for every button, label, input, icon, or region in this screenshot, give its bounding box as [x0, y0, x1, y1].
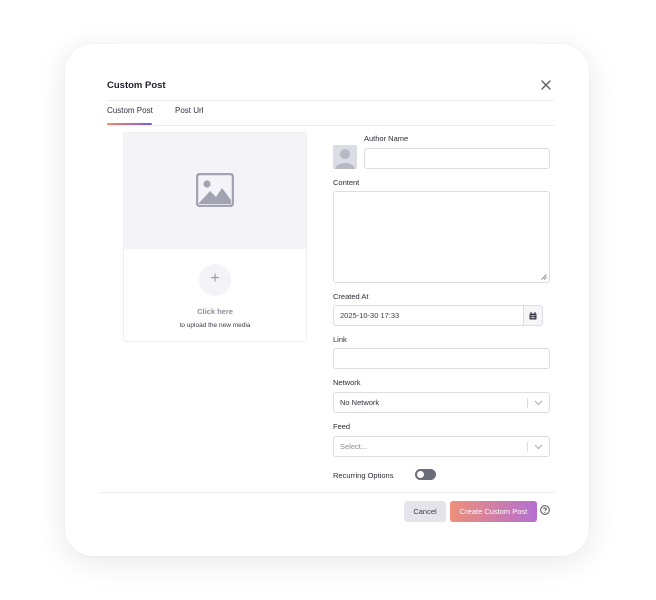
- modal-title: Custom Post: [107, 80, 166, 91]
- user-avatar-icon: [335, 149, 355, 169]
- feed-select[interactable]: Select...: [333, 436, 550, 457]
- created-at-input[interactable]: 2025-10-30 17:33: [333, 305, 524, 326]
- footer-divider: [100, 492, 555, 493]
- author-name-input[interactable]: [364, 148, 550, 169]
- content-textarea[interactable]: [333, 191, 550, 283]
- cancel-button[interactable]: Cancel: [404, 501, 446, 522]
- upload-hint-text: to upload the new media: [179, 322, 251, 329]
- media-preview: [124, 133, 306, 249]
- content-label: Content: [333, 178, 360, 187]
- custom-post-modal: Custom Post Custom Post Post Url + Click…: [65, 44, 589, 556]
- tabs-divider: [107, 125, 554, 126]
- header-divider: [107, 100, 554, 101]
- resize-handle-icon[interactable]: [541, 274, 547, 280]
- network-label: Network: [333, 378, 361, 387]
- recurring-options-toggle[interactable]: [415, 469, 436, 480]
- feed-placeholder: Select...: [340, 442, 368, 451]
- recurring-options-label: Recurring Options: [333, 471, 394, 480]
- toggle-knob: [417, 471, 424, 478]
- chevron-down-icon: [534, 400, 543, 406]
- upload-plus-button[interactable]: +: [199, 264, 231, 296]
- link-input[interactable]: [333, 348, 550, 369]
- create-custom-post-button[interactable]: Create Custom Post: [450, 501, 537, 522]
- select-separator: [527, 398, 528, 408]
- calendar-icon: [529, 311, 537, 319]
- feed-label: Feed: [333, 422, 351, 431]
- tab-post-url[interactable]: Post Url: [175, 106, 203, 115]
- chevron-down-icon: [534, 444, 543, 450]
- network-selected-value: No Network: [340, 398, 380, 407]
- created-at-label: Created At: [333, 292, 369, 301]
- select-separator: [527, 442, 528, 452]
- image-placeholder-icon: [196, 173, 234, 207]
- close-icon[interactable]: [540, 79, 552, 91]
- media-upload-area[interactable]: + Click here to upload the new media: [123, 132, 307, 342]
- avatar: [333, 145, 357, 169]
- link-label: Link: [333, 335, 347, 344]
- click-here-text[interactable]: Click here: [124, 307, 306, 316]
- network-select[interactable]: No Network: [333, 392, 550, 413]
- help-icon[interactable]: [540, 505, 550, 515]
- author-name-label: Author Name: [364, 134, 409, 143]
- calendar-button[interactable]: [523, 305, 543, 326]
- tab-custom-post[interactable]: Custom Post: [107, 106, 153, 115]
